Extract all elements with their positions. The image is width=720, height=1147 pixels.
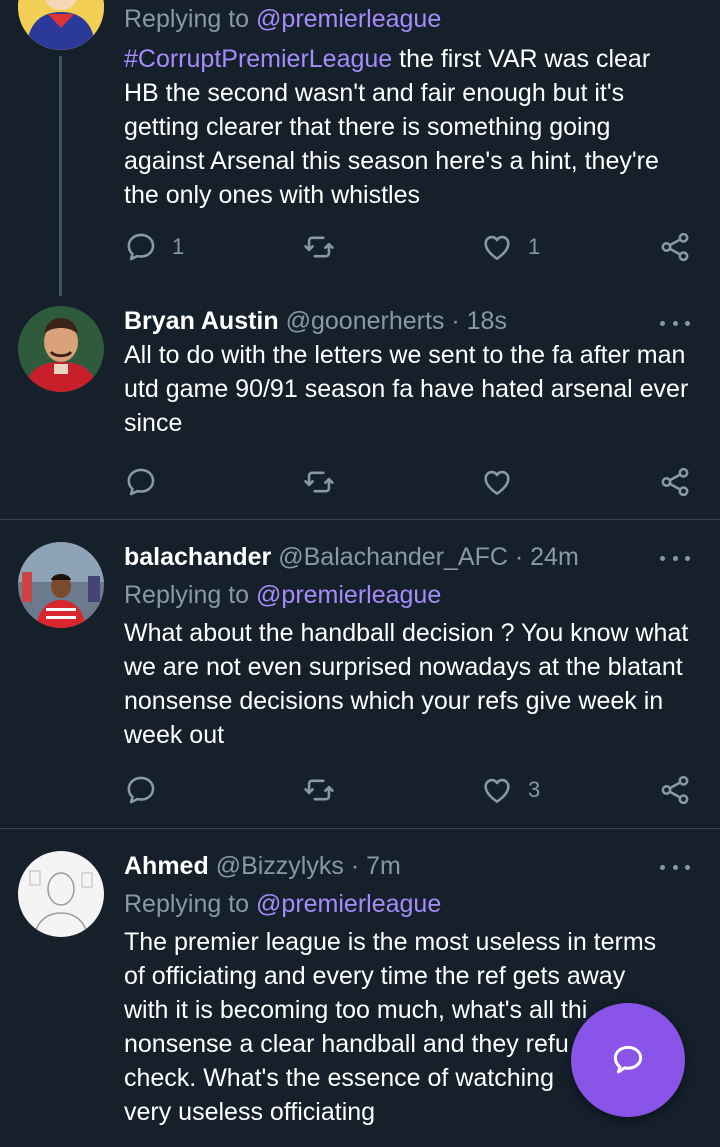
avatar-image	[18, 542, 104, 628]
tweet-actions	[124, 464, 694, 500]
tweet-actions: 1 1	[124, 229, 694, 265]
tweet-1[interactable]: Bryan Austin @goonerherts · 18s All to d…	[0, 296, 720, 518]
tweet-header: Ahmed @Bizzylyks · 7m	[124, 849, 690, 883]
tweet-time[interactable]: · 18s	[451, 307, 507, 335]
avatar[interactable]	[18, 542, 104, 628]
compose-icon	[613, 1045, 643, 1074]
avatar[interactable]	[18, 0, 104, 50]
replying-to: Replying to @premierleague	[124, 890, 442, 918]
reply-button[interactable]	[124, 464, 172, 500]
tweet-0[interactable]: Replying to @premierleague #CorruptPremi…	[0, 0, 720, 296]
avatar[interactable]	[18, 306, 104, 392]
mention-link[interactable]: @premierleague	[256, 890, 441, 918]
share-button[interactable]	[658, 229, 692, 265]
share-icon	[658, 465, 692, 499]
avatar-image	[18, 0, 104, 50]
mention-link[interactable]: @premierleague	[256, 581, 441, 609]
like-button[interactable]: 3	[480, 772, 540, 808]
retweet-icon	[302, 465, 336, 499]
reply-button[interactable]	[124, 772, 172, 808]
tweet-text-line: The premier league is the most useless i…	[124, 928, 657, 956]
retweet-button[interactable]	[302, 772, 336, 808]
display-name[interactable]: balachander	[124, 543, 271, 571]
heart-icon	[480, 230, 514, 264]
more-icon[interactable]	[660, 857, 690, 877]
display-name[interactable]: Ahmed	[124, 852, 209, 880]
avatar-image	[18, 851, 104, 937]
hashtag-link[interactable]: #CorruptPremierLeague	[124, 45, 392, 73]
more-icon[interactable]	[660, 548, 690, 568]
share-button[interactable]	[658, 772, 692, 808]
thread-line	[59, 56, 62, 296]
avatar[interactable]	[18, 851, 104, 937]
retweet-icon	[302, 230, 336, 264]
like-count: 3	[528, 777, 541, 802]
tweet-text: #CorruptPremierLeague the first VAR was …	[124, 45, 659, 209]
heart-icon	[480, 773, 514, 807]
heart-icon	[480, 465, 514, 499]
user-handle[interactable]: @Bizzylyks	[216, 852, 344, 880]
reply-button[interactable]: 1	[124, 229, 184, 265]
tweet-actions: 3	[124, 772, 694, 808]
retweet-button[interactable]	[302, 229, 336, 265]
tweet-text: All to do with the letters we sent to th…	[124, 341, 689, 437]
share-button[interactable]	[658, 464, 692, 500]
tweet-text: What about the handball decision ? You k…	[124, 619, 689, 749]
retweet-button[interactable]	[302, 464, 336, 500]
tweet-2[interactable]: balachander @Balachander_AFC · 24m Reply…	[0, 520, 720, 828]
like-count: 1	[528, 234, 541, 259]
user-handle[interactable]: @Balachander_AFC	[278, 543, 508, 571]
share-icon	[658, 773, 692, 807]
tweet-header: Bryan Austin @goonerherts · 18s	[124, 304, 690, 338]
retweet-icon	[302, 773, 336, 807]
tweet-time[interactable]: · 7m	[351, 852, 401, 880]
user-handle[interactable]: @goonerherts	[286, 307, 445, 335]
reply-icon	[124, 465, 158, 499]
compose-button[interactable]	[571, 1003, 685, 1117]
tweet-text-line: of officiating and every time the ref ge…	[124, 962, 626, 990]
tweet-header: balachander @Balachander_AFC · 24m	[124, 540, 690, 574]
replying-to: Replying to @premierleague	[124, 581, 442, 609]
tweet-time[interactable]: · 24m	[515, 543, 579, 571]
like-button[interactable]	[480, 464, 528, 500]
reply-count: 1	[172, 234, 185, 259]
mention-link[interactable]: @premierleague	[256, 5, 441, 33]
replying-to: Replying to @premierleague	[124, 5, 442, 33]
avatar-image	[18, 306, 104, 392]
reply-icon	[124, 230, 158, 264]
like-button[interactable]: 1	[480, 229, 540, 265]
display-name[interactable]: Bryan Austin	[124, 307, 279, 335]
more-icon[interactable]	[660, 313, 690, 333]
reply-icon	[124, 773, 158, 807]
share-icon	[658, 230, 692, 264]
